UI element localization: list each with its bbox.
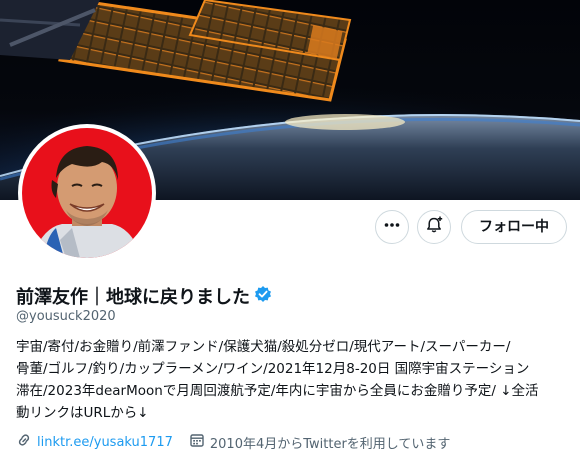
profile-link[interactable]: linktr.ee/yusaku1717: [16, 432, 173, 452]
more-options-button[interactable]: [375, 210, 409, 244]
display-name: 前澤友作｜地球に戻りました: [16, 287, 250, 308]
bio-line: 宇宙/寄付/お金贈り/前澤ファンド/保護犬猫/殺処分ゼロ/現代アート/スーパーカ…: [16, 339, 511, 355]
name-row: 前澤友作｜地球に戻りました: [16, 283, 272, 309]
profile-avatar[interactable]: [18, 124, 156, 262]
bio-line: 動リンクはURLから↓: [16, 405, 149, 421]
calendar-icon: [189, 432, 205, 452]
link-icon: [16, 432, 32, 452]
bell-plus-icon: [424, 215, 444, 239]
notifications-button[interactable]: [417, 210, 451, 244]
profile-bio: 宇宙/寄付/お金贈り/前澤ファンド/保護犬猫/殺処分ゼロ/現代アート/スーパーカ…: [16, 336, 572, 424]
joined-date-text: 2010年4月からTwitterを利用しています: [209, 436, 451, 452]
joined-date: 2010年4月からTwitterを利用しています: [189, 432, 451, 452]
bio-line: 骨董/ゴルフ/釣り/カップラーメン/ワイン/2021年12月8-20日 国際宇宙…: [16, 361, 530, 377]
avatar-photo: [22, 128, 152, 258]
profile-meta: linktr.ee/yusaku1717 2010年4月からTwitterを利用…: [16, 432, 450, 452]
bio-line: 滞在/2023年dearMoonで月周回渡航予定/年内に宇宙から全員にお金贈り予…: [16, 383, 539, 399]
verified-badge-icon: [254, 285, 272, 307]
more-dots-icon: [383, 216, 401, 238]
user-handle: @yousuck2020: [16, 309, 116, 324]
profile-link-text[interactable]: linktr.ee/yusaku1717: [37, 435, 173, 450]
following-button[interactable]: フォロー中: [461, 210, 567, 244]
